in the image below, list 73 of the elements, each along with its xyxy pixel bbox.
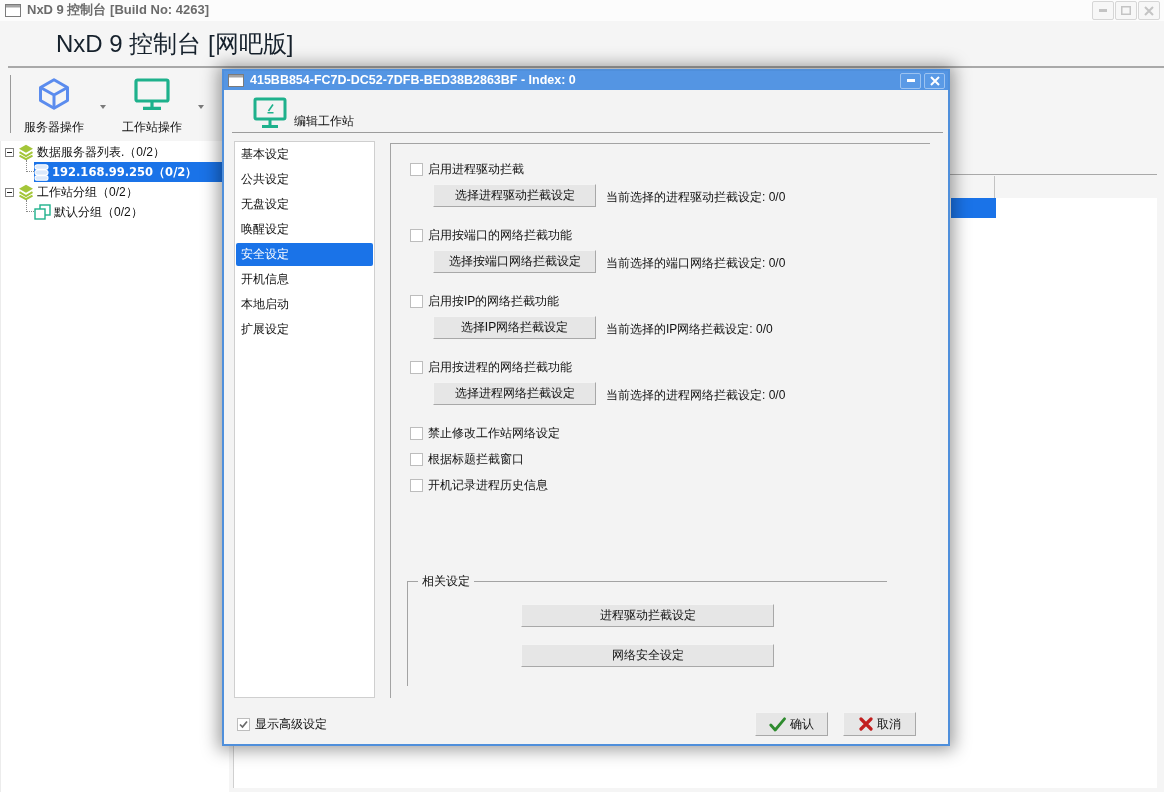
expander-icon[interactable] xyxy=(5,147,14,157)
checkbox-label: 禁止修改工作站网络设定 xyxy=(428,425,560,441)
settings-button[interactable]: 选择按端口网络拦截设定 xyxy=(433,250,596,273)
checkbox[interactable] xyxy=(410,426,423,440)
nav-item[interactable]: 基本设定 xyxy=(236,143,373,166)
settings-button[interactable]: 选择进程驱动拦截设定 xyxy=(433,184,596,207)
settings-button[interactable]: 进程驱动拦截设定 xyxy=(521,604,774,627)
nav-item[interactable]: 安全设定 xyxy=(236,243,373,266)
group-icon xyxy=(34,204,51,220)
status-text: 当前选择的进程网络拦截设定: 0/0 xyxy=(606,388,786,404)
settings-button[interactable]: 选择IP网络拦截设定 xyxy=(433,316,596,339)
minimize-button[interactable] xyxy=(1092,1,1114,20)
status-text: 当前选择的IP网络拦截设定: 0/0 xyxy=(606,322,773,338)
checkbox[interactable] xyxy=(410,478,423,492)
cancel-button[interactable]: 取消 xyxy=(843,712,916,736)
minimize-button[interactable] xyxy=(900,72,921,89)
toolbar-button[interactable]: 服务器操作 xyxy=(18,68,90,141)
cube-icon xyxy=(38,78,70,110)
close-button[interactable] xyxy=(924,72,945,89)
nav-item[interactable]: 无盘设定 xyxy=(236,193,373,216)
dialog-title: 415BB854-FC7D-DC52-7DFB-BED38B2863BF - Index: 0 xyxy=(250,72,576,89)
checkbox-label: 启用按端口的网络拦截功能 xyxy=(428,227,572,243)
checkmark-icon xyxy=(769,716,786,732)
layers-icon xyxy=(18,144,34,160)
close-button[interactable] xyxy=(1138,1,1160,20)
checkbox-label: 启用进程驱动拦截 xyxy=(428,161,524,177)
checkbox-label: 开机记录进程历史信息 xyxy=(428,477,548,493)
status-text: 当前选择的端口网络拦截设定: 0/0 xyxy=(606,256,786,272)
monitor-icon xyxy=(134,78,170,110)
checkbox-label: 启用按进程的网络拦截功能 xyxy=(428,359,572,375)
nav-item[interactable]: 公共设定 xyxy=(236,168,373,191)
settings-button[interactable]: 选择进程网络拦截设定 xyxy=(433,382,596,405)
nav-item[interactable]: 开机信息 xyxy=(236,268,373,291)
cross-icon xyxy=(858,717,873,731)
checkbox-label: 显示高级设定 xyxy=(255,716,327,732)
table-row[interactable] xyxy=(951,198,996,218)
settings-button[interactable]: 网络安全设定 xyxy=(521,644,774,667)
minimize-icon xyxy=(1099,9,1107,12)
close-icon xyxy=(1144,5,1154,16)
maximize-icon xyxy=(1121,6,1131,15)
tree-item[interactable]: 192.168.99.250（0/2） xyxy=(34,162,222,182)
checkbox[interactable] xyxy=(410,452,423,466)
confirm-button[interactable]: 确认 xyxy=(755,712,828,736)
group-title: 相关设定 xyxy=(421,574,471,589)
checkbox[interactable] xyxy=(410,360,423,374)
server-icon xyxy=(34,163,49,181)
window-title: NxD 9 控制台 [Build No: 4263] xyxy=(27,2,210,19)
minimize-icon xyxy=(906,79,915,82)
caret-icon[interactable] xyxy=(198,105,204,109)
app-heading: NxD 9 控制台 [网吧版] xyxy=(55,28,294,59)
checkbox-label: 启用按IP的网络拦截功能 xyxy=(428,293,560,309)
close-icon xyxy=(929,75,940,86)
window-icon xyxy=(228,74,244,87)
checkbox[interactable] xyxy=(410,294,423,308)
checkbox[interactable] xyxy=(410,228,423,242)
maximize-button[interactable] xyxy=(1115,1,1137,20)
dialog-heading: 编辑工作站 xyxy=(294,114,354,129)
checkbox-label: 根据标题拦截窗口 xyxy=(428,451,524,467)
nav-item[interactable]: 本地启动 xyxy=(236,293,373,316)
tree-item[interactable]: 工作站分组（0/2） xyxy=(18,182,142,202)
status-text: 当前选择的进程驱动拦截设定: 0/0 xyxy=(606,190,786,206)
tree-item[interactable]: 默认分组（0/2） xyxy=(34,202,147,222)
expander-icon[interactable] xyxy=(5,187,14,197)
toolbar-button[interactable]: 工作站操作 xyxy=(116,68,188,141)
checkbox[interactable] xyxy=(237,717,250,731)
nav-item[interactable]: 扩展设定 xyxy=(236,318,373,341)
tree-item[interactable]: 数据服务器列表.（0/2） xyxy=(18,142,169,162)
monitor-edit-icon xyxy=(253,97,287,128)
app-icon xyxy=(5,4,21,17)
checkbox[interactable] xyxy=(410,162,423,176)
caret-icon[interactable] xyxy=(100,105,106,109)
layers-icon xyxy=(18,184,34,200)
nav-item[interactable]: 唤醒设定 xyxy=(236,218,373,241)
